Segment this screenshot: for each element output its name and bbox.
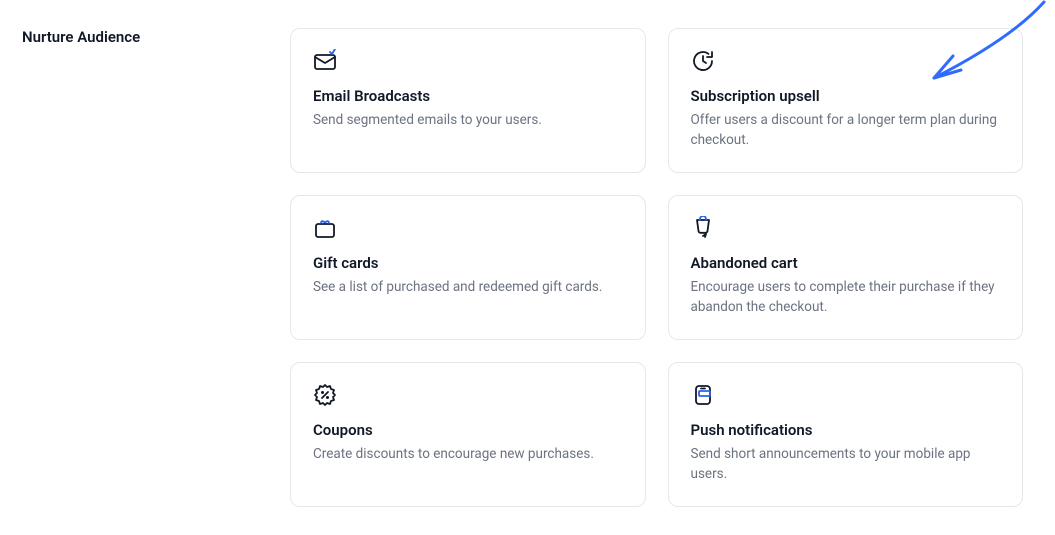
card-title: Coupons — [313, 421, 623, 439]
nurture-audience-section: Nurture Audience Email Broadcasts Send s… — [0, 0, 1055, 535]
abandoned-cart-icon — [691, 216, 715, 240]
card-title: Push notifications — [691, 421, 1001, 439]
card-desc: Encourage users to complete their purcha… — [691, 278, 1001, 317]
gift-card-icon — [313, 216, 337, 240]
clock-arrow-icon — [691, 49, 715, 73]
card-email-broadcasts[interactable]: Email Broadcasts Send segmented emails t… — [290, 28, 646, 173]
card-coupons[interactable]: Coupons Create discounts to encourage ne… — [290, 362, 646, 507]
card-gift-cards[interactable]: Gift cards See a list of purchased and r… — [290, 195, 646, 340]
section-title: Nurture Audience — [22, 28, 262, 507]
email-broadcast-icon — [313, 49, 337, 73]
card-abandoned-cart[interactable]: Abandoned cart Encourage users to comple… — [668, 195, 1024, 340]
card-title: Email Broadcasts — [313, 87, 623, 105]
card-desc: Create discounts to encourage new purcha… — [313, 445, 623, 465]
card-subscription-upsell[interactable]: Subscription upsell Offer users a discou… — [668, 28, 1024, 173]
card-title: Abandoned cart — [691, 254, 1001, 272]
card-grid: Email Broadcasts Send segmented emails t… — [290, 28, 1023, 507]
push-notification-icon — [691, 383, 715, 407]
card-desc: Send segmented emails to your users. — [313, 111, 623, 131]
card-title: Gift cards — [313, 254, 623, 272]
card-title: Subscription upsell — [691, 87, 1001, 105]
card-push-notifications[interactable]: Push notifications Send short announceme… — [668, 362, 1024, 507]
coupon-icon — [313, 383, 337, 407]
card-desc: Offer users a discount for a longer term… — [691, 111, 1001, 150]
card-desc: Send short announcements to your mobile … — [691, 445, 1001, 484]
card-desc: See a list of purchased and redeemed gif… — [313, 278, 623, 298]
